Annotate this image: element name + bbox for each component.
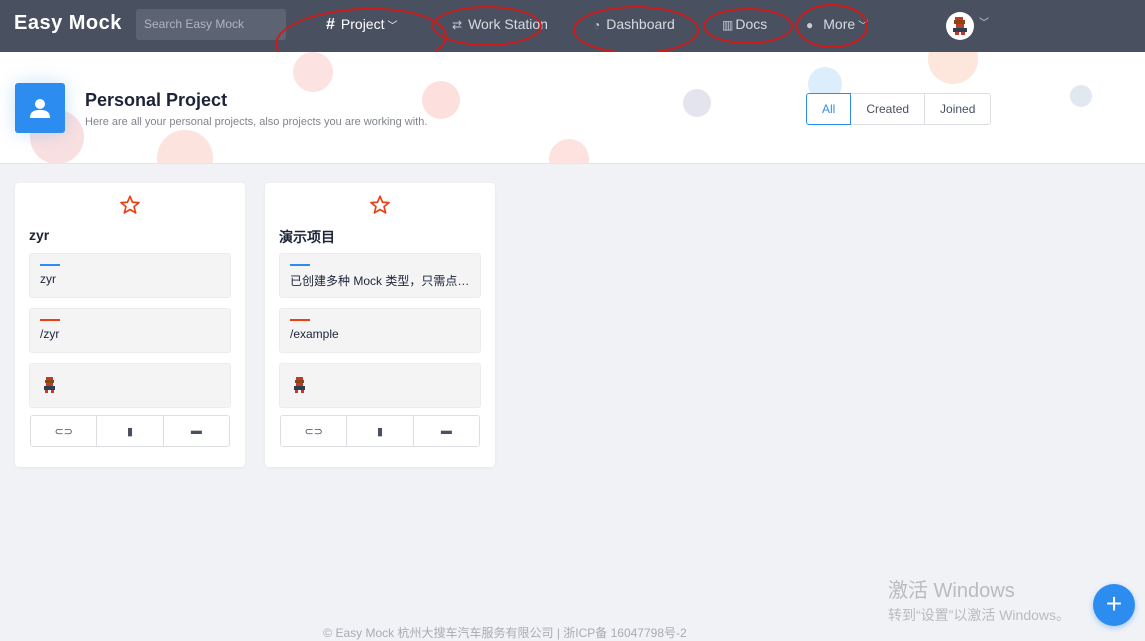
- decorative-bubble: [683, 89, 711, 117]
- top-navbar: Easy Mock Search Easy Mock # Project ﹀ ⇄ Wo…: [0, 0, 1145, 52]
- book-icon: ▥: [722, 18, 734, 32]
- page-footer: © Easy Mock 杭州大搜车汽车服务有限公司 | 浙ICP备 160477…: [323, 626, 687, 640]
- page-subtitle: Here are all your personal projects, als…: [85, 116, 428, 128]
- brand-logo[interactable]: Easy Mock: [14, 12, 122, 35]
- project-members: [279, 363, 481, 408]
- nav-dashboard-label: Dashboard: [606, 16, 675, 32]
- decorative-bubble: [1070, 85, 1092, 107]
- link-button[interactable]: ⊂⊃: [31, 416, 96, 446]
- project-description: zyr: [29, 253, 231, 298]
- link-button[interactable]: ⊂⊃: [281, 416, 346, 446]
- project-members: [29, 363, 231, 408]
- filter-joined[interactable]: Joined: [924, 93, 992, 125]
- search-input[interactable]: Search Easy Mock: [136, 9, 286, 40]
- link-icon: ⊂⊃: [54, 425, 73, 438]
- copy-button[interactable]: ▮: [346, 416, 412, 446]
- decorative-bubble: [157, 130, 213, 163]
- copy-icon: ▮: [376, 425, 384, 438]
- speedometer-icon: ◔: [593, 18, 601, 32]
- decorative-bubble: [422, 81, 460, 119]
- watermark-subtitle: 转到“设置”以激活 Windows。: [888, 607, 1071, 623]
- project-description-text: 已创建多种 Mock 类型，只需点击预览便可查看效果。: [290, 274, 472, 288]
- project-card[interactable]: 演示项目 已创建多种 Mock 类型，只需点击预览便可查看效果。 /exampl…: [265, 183, 495, 467]
- copy-button[interactable]: ▮: [96, 416, 162, 446]
- copy-icon: ▮: [126, 425, 134, 438]
- hash-icon: #: [326, 16, 335, 33]
- star-icon[interactable]: [119, 194, 141, 216]
- accent-bar: [290, 264, 310, 266]
- windows-activation-watermark: 激活 Windows 转到“设置”以激活 Windows。: [888, 574, 1070, 625]
- add-project-button[interactable]: +: [1093, 584, 1135, 626]
- project-description: 已创建多种 Mock 类型，只需点击预览便可查看效果。: [279, 253, 481, 298]
- trash-icon: ▬: [190, 425, 202, 437]
- star-icon[interactable]: [369, 194, 391, 216]
- project-url: /example: [279, 308, 481, 353]
- filter-created[interactable]: Created: [850, 93, 926, 125]
- nav-project-label: Project: [340, 16, 385, 32]
- page-title: Personal Project: [85, 90, 228, 110]
- project-description-text: zyr: [40, 272, 56, 286]
- chevron-down-icon: ﹀: [858, 21, 869, 32]
- chevron-down-icon: ﹀: [387, 21, 398, 32]
- accent-bar: [290, 319, 310, 321]
- decorative-bubble: [293, 52, 333, 92]
- project-card[interactable]: zyr zyr /zyr ⊂⊃ ▮ ▬: [15, 183, 245, 467]
- decorative-bubble: [928, 52, 978, 84]
- nav-docs-label: Docs: [735, 16, 768, 32]
- member-avatar: [44, 377, 55, 393]
- swap-icon: ⇄: [452, 18, 463, 32]
- pixel-avatar-icon: [953, 17, 967, 35]
- project-name[interactable]: zyr: [29, 227, 49, 243]
- link-icon: ⊂⊃: [304, 425, 323, 438]
- member-avatar: [294, 377, 305, 393]
- egg-icon: ●: [806, 18, 814, 32]
- decorative-bubble: [549, 139, 589, 163]
- delete-button[interactable]: ▬: [412, 416, 479, 446]
- nav-more-label: More: [823, 16, 856, 32]
- project-actions: ⊂⊃ ▮ ▬: [280, 415, 480, 447]
- project-actions: ⊂⊃ ▮ ▬: [30, 415, 230, 447]
- personal-project-icon: [15, 83, 65, 133]
- delete-button[interactable]: ▬: [162, 416, 229, 446]
- project-url: /zyr: [29, 308, 231, 353]
- project-url-text: /example: [290, 327, 339, 341]
- watermark-title: 激活 Windows: [888, 580, 1015, 602]
- nav-docs[interactable]: ▥ Docs: [722, 0, 767, 52]
- trash-icon: ▬: [440, 425, 452, 437]
- nav-dashboard[interactable]: ◔ Dashboard: [593, 0, 675, 52]
- nav-workstation[interactable]: ⇄ Work Station: [452, 0, 548, 52]
- filter-all[interactable]: All: [806, 93, 852, 125]
- chevron-down-icon[interactable]: ﹀: [979, 14, 989, 29]
- page-header: Personal Project Here are all your perso…: [0, 52, 1145, 164]
- nav-more[interactable]: ● More ﹀: [806, 0, 868, 52]
- nav-project[interactable]: # Project ﹀: [326, 0, 397, 52]
- project-filter: All Created Joined: [806, 93, 992, 125]
- plus-icon: +: [1105, 588, 1123, 619]
- accent-bar: [40, 319, 60, 321]
- project-url-text: /zyr: [40, 327, 60, 341]
- user-icon: [30, 99, 50, 118]
- project-name[interactable]: 演示项目: [279, 227, 335, 247]
- nav-workstation-label: Work Station: [468, 16, 548, 32]
- accent-bar: [40, 264, 60, 266]
- user-avatar[interactable]: [946, 12, 974, 40]
